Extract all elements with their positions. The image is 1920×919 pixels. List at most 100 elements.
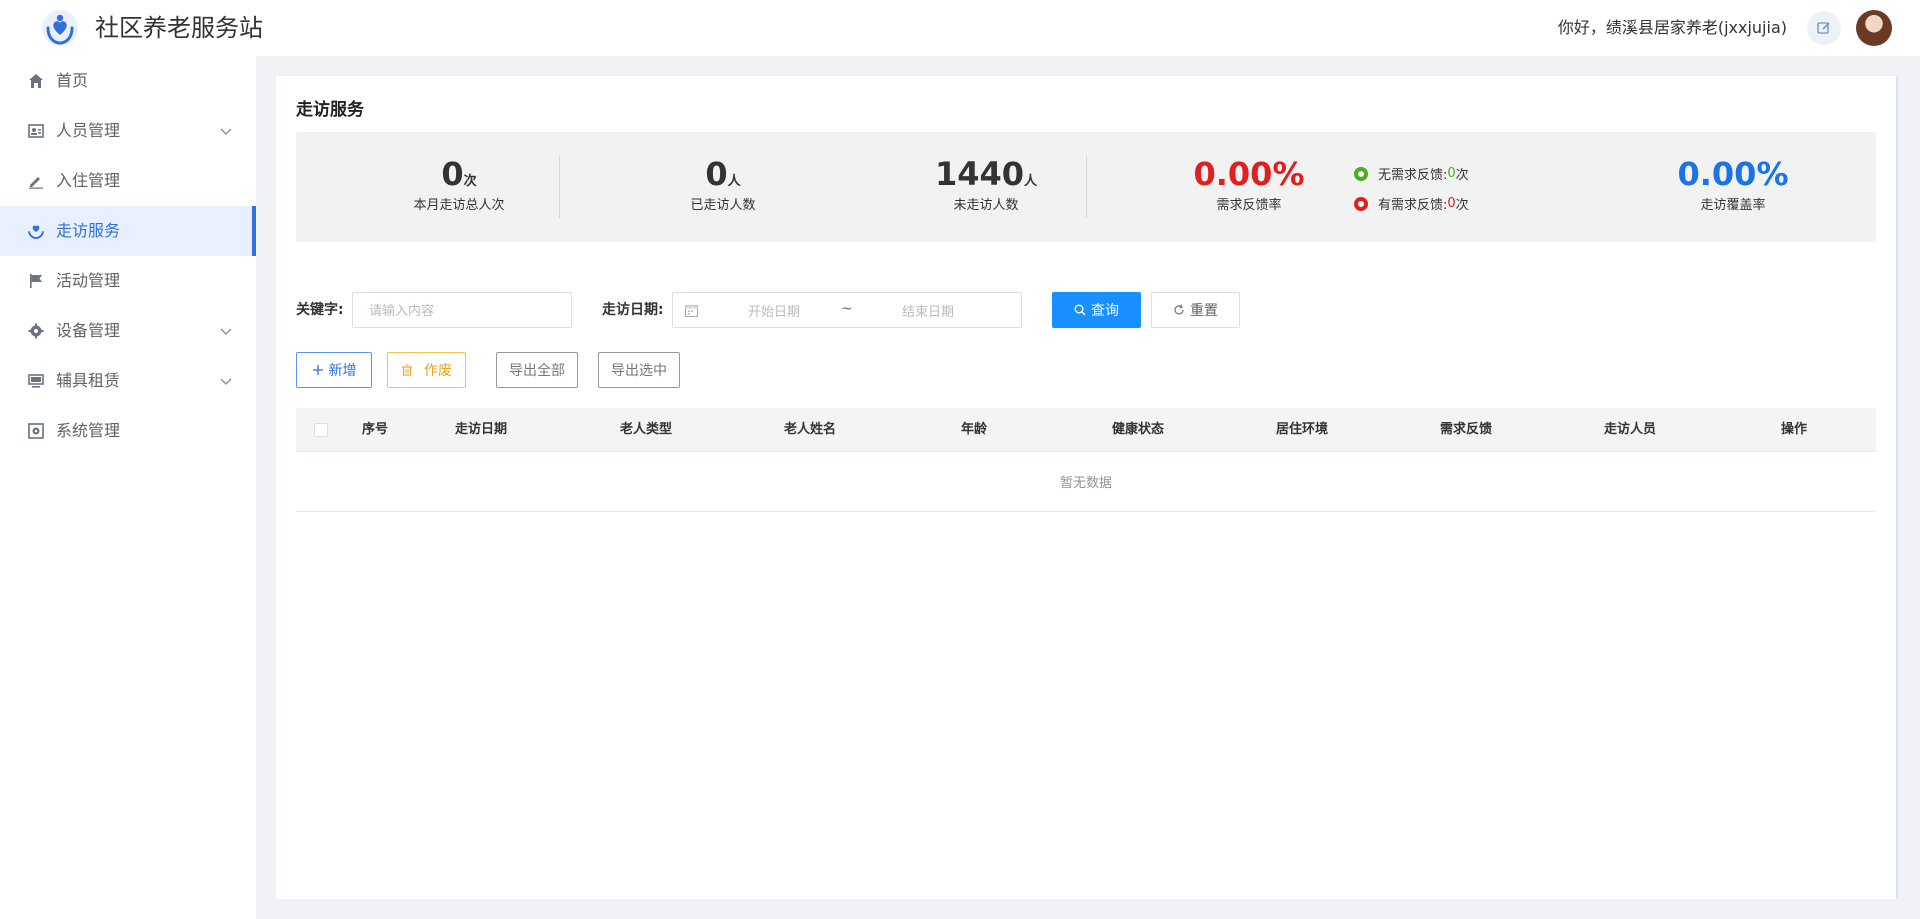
void-button-label: 作废 bbox=[424, 363, 452, 379]
user-greeting: 你好，绩溪县居家养老(jxxjujia) bbox=[1557, 18, 1787, 37]
stat-label: 未走访人数 bbox=[953, 198, 1019, 213]
export-all-button[interactable]: 导出全部 bbox=[496, 352, 578, 388]
no-need-feedback-row: 无需求反馈: 0 次 bbox=[1354, 164, 1469, 183]
stat-label: 本月走访总人次 bbox=[413, 198, 505, 213]
feedback-unit: 次 bbox=[1455, 198, 1469, 213]
export-all-button-label: 导出全部 bbox=[509, 363, 565, 379]
divider bbox=[1086, 156, 1087, 218]
calendar-icon bbox=[685, 305, 698, 317]
column-header: 需求反馈 bbox=[1440, 422, 1493, 437]
stat-unit: 人 bbox=[727, 174, 741, 189]
page-title: 走访服务 bbox=[296, 100, 364, 120]
trash-icon bbox=[402, 364, 412, 376]
start-date-input[interactable] bbox=[719, 301, 829, 321]
user-avatar[interactable] bbox=[1856, 10, 1892, 46]
has-need-feedback-row: 有需求反馈: 0 次 bbox=[1354, 194, 1469, 213]
query-button-label: 查询 bbox=[1091, 303, 1119, 319]
export-selected-button[interactable]: 导出选中 bbox=[598, 352, 680, 388]
table-header: 序号 走访日期 老人类型 老人姓名 年龄 健康状态 居住环境 需求反馈 走访人员… bbox=[296, 408, 1876, 452]
sidebar-item-home[interactable]: 首页 bbox=[0, 56, 256, 106]
column-header: 操作 bbox=[1781, 422, 1808, 437]
date-separator: ~ bbox=[841, 301, 853, 317]
gear-icon bbox=[28, 323, 44, 339]
export-selected-button-label: 导出选中 bbox=[611, 363, 667, 379]
app-title: 社区养老服务站 bbox=[95, 14, 263, 42]
sidebar-item-visit-service[interactable]: 走访服务 bbox=[0, 206, 256, 256]
sidebar-item-checkin[interactable]: 入住管理 bbox=[0, 156, 256, 206]
query-button[interactable]: 查询 bbox=[1052, 292, 1141, 328]
column-header: 老人类型 bbox=[620, 422, 673, 437]
keyword-input[interactable] bbox=[352, 292, 572, 328]
sidebar-item-devices[interactable]: 设备管理 bbox=[0, 306, 256, 356]
visit-date-range-picker[interactable]: ~ bbox=[672, 292, 1022, 328]
stat-feedback-rate: 0.00% 需求反馈率 bbox=[1154, 154, 1344, 216]
sidebar: 首页 人员管理 入住管理 走访服务 活动管理 设备管理 辅具租赁 系统管理 bbox=[0, 56, 256, 919]
stat-value: 0.00% bbox=[1193, 155, 1305, 193]
column-header: 序号 bbox=[362, 422, 389, 437]
stat-value: 0.00% bbox=[1677, 155, 1789, 193]
green-status-dot bbox=[1354, 166, 1368, 181]
stat-value: 0 bbox=[441, 155, 464, 193]
column-header: 居住环境 bbox=[1276, 422, 1329, 437]
column-header: 老人姓名 bbox=[784, 422, 837, 437]
sidebar-item-aid-rental[interactable]: 辅具租赁 bbox=[0, 356, 256, 406]
sidebar-item-personnel[interactable]: 人员管理 bbox=[0, 106, 256, 156]
void-button[interactable]: 作废 bbox=[387, 352, 466, 388]
sidebar-item-label: 首页 bbox=[56, 71, 89, 90]
sidebar-item-system[interactable]: 系统管理 bbox=[0, 406, 256, 456]
column-header: 走访日期 bbox=[455, 422, 508, 437]
divider bbox=[559, 156, 560, 218]
chevron-down-icon bbox=[220, 128, 232, 135]
card-scroll-edge bbox=[1896, 76, 1898, 899]
add-button-label: 新增 bbox=[328, 363, 357, 379]
plus-icon bbox=[312, 365, 323, 375]
select-all-checkbox[interactable] bbox=[314, 423, 328, 437]
sidebar-item-label: 入住管理 bbox=[56, 171, 121, 190]
visit-date-label: 走访日期: bbox=[602, 302, 664, 318]
sidebar-item-label: 系统管理 bbox=[56, 421, 121, 440]
table-empty-row: 暂无数据 bbox=[296, 452, 1876, 512]
sidebar-item-label: 活动管理 bbox=[56, 271, 121, 290]
stat-value: 0 bbox=[705, 155, 728, 193]
end-date-input[interactable] bbox=[873, 301, 983, 321]
stat-not-visited: 1440人 未走访人数 bbox=[901, 154, 1071, 216]
column-header: 健康状态 bbox=[1112, 422, 1165, 437]
stat-value: 1440 bbox=[934, 155, 1025, 193]
feedback-unit: 次 bbox=[1455, 168, 1469, 183]
chevron-down-icon bbox=[220, 378, 232, 385]
stat-visited: 0人 已走访人数 bbox=[638, 154, 808, 216]
add-button[interactable]: 新增 bbox=[296, 352, 372, 388]
column-header: 年龄 bbox=[961, 422, 988, 437]
chevron-down-icon bbox=[220, 328, 232, 335]
refresh-icon bbox=[1174, 304, 1184, 315]
sidebar-item-label: 设备管理 bbox=[56, 321, 121, 340]
flag-icon bbox=[30, 274, 42, 288]
edit-icon bbox=[1817, 22, 1830, 34]
reset-button-label: 重置 bbox=[1190, 303, 1218, 319]
home-icon bbox=[29, 74, 43, 88]
search-icon bbox=[1074, 304, 1086, 316]
feedback-label: 无需求反馈: bbox=[1378, 168, 1448, 183]
person-card-icon bbox=[28, 124, 44, 138]
stat-label: 需求反馈率 bbox=[1216, 198, 1282, 213]
stats-panel: 0次 本月走访总人次 0人 已走访人数 1440人 未走访人数 0.00% 需求… bbox=[296, 132, 1876, 242]
feedback-count: 0 bbox=[1447, 196, 1456, 211]
stat-coverage-rate: 0.00% 走访覆盖率 bbox=[1638, 154, 1828, 216]
heart-hands-logo-icon bbox=[42, 10, 78, 46]
reset-button[interactable]: 重置 bbox=[1151, 292, 1240, 328]
stat-monthly-visits: 0次 本月走访总人次 bbox=[374, 154, 544, 216]
monitor-icon bbox=[28, 374, 44, 388]
top-header: 社区养老服务站 你好，绩溪县居家养老(jxxjujia) bbox=[0, 0, 1920, 56]
red-status-dot bbox=[1354, 196, 1368, 211]
stat-label: 已走访人数 bbox=[690, 198, 756, 213]
sidebar-item-activities[interactable]: 活动管理 bbox=[0, 256, 256, 306]
stat-label: 走访覆盖率 bbox=[1700, 198, 1766, 213]
edit-profile-button[interactable] bbox=[1807, 11, 1841, 45]
feedback-count: 0 bbox=[1447, 166, 1456, 181]
column-header: 走访人员 bbox=[1604, 422, 1657, 437]
empty-state-text: 暂无数据 bbox=[1059, 476, 1112, 491]
keyword-label: 关键字: bbox=[296, 302, 344, 318]
settings-box-icon bbox=[28, 423, 44, 439]
feedback-label: 有需求反馈: bbox=[1378, 198, 1448, 213]
hand-heart-icon bbox=[28, 225, 44, 239]
